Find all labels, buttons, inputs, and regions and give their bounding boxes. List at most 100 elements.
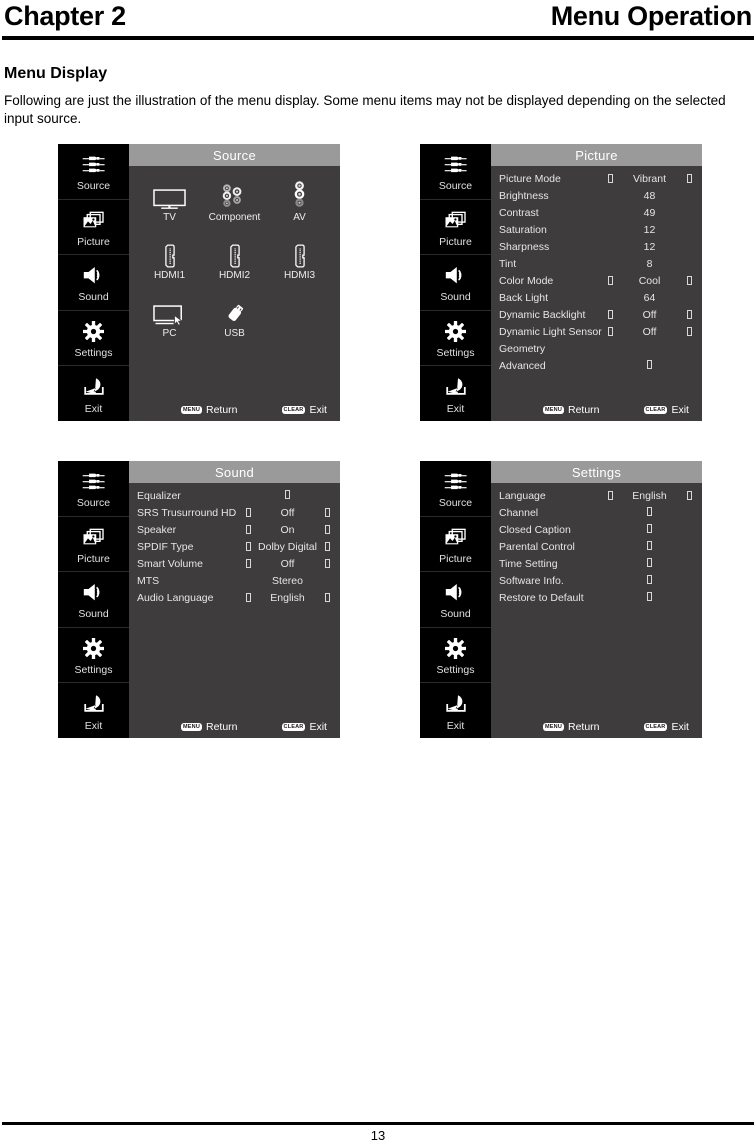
sidebar-item-settings[interactable]: Settings — [58, 628, 129, 684]
right-arrow-icon[interactable] — [320, 508, 334, 517]
right-arrow-icon[interactable] — [682, 310, 696, 319]
table-row[interactable]: Language English — [491, 487, 702, 504]
sidebar-item-settings[interactable]: Settings — [420, 311, 491, 367]
sidebar-item-sound[interactable]: Sound — [58, 572, 129, 628]
table-row[interactable]: Smart Volume Off — [129, 555, 340, 572]
right-arrow-icon[interactable] — [320, 542, 334, 551]
sidebar-item-settings[interactable]: Settings — [420, 628, 491, 684]
table-row[interactable]: Dynamic Backlight Off — [491, 306, 702, 323]
exit-hint[interactable]: CLEAR Exit — [281, 721, 327, 733]
sidebar-item-picture[interactable]: Picture — [58, 200, 129, 256]
left-arrow-icon[interactable] — [241, 542, 255, 551]
sidebar-item-sound[interactable]: Sound — [58, 255, 129, 311]
table-row[interactable]: Channel — [491, 504, 702, 521]
right-arrow-icon[interactable] — [682, 491, 696, 500]
menu-item-control[interactable]: 8 — [603, 258, 696, 270]
menu-item-control[interactable]: Off — [603, 309, 696, 321]
menu-item-control[interactable]: 12 — [603, 241, 696, 253]
return-hint[interactable]: MENU Return — [181, 404, 238, 416]
exit-hint[interactable]: CLEAR Exit — [281, 404, 327, 416]
table-row[interactable]: Brightness 48 — [491, 187, 702, 204]
sidebar-item-source[interactable]: Source — [420, 144, 491, 200]
return-hint[interactable]: MENU Return — [181, 721, 238, 733]
table-row[interactable]: SRS Trusurround HD Off — [129, 504, 340, 521]
left-arrow-icon[interactable] — [603, 327, 617, 336]
source-item-av[interactable]: AV — [267, 176, 332, 232]
left-arrow-icon[interactable] — [241, 593, 255, 602]
menu-item-control[interactable]: Stereo — [241, 575, 334, 587]
source-item-component[interactable]: Component — [202, 176, 267, 232]
menu-item-control[interactable]: Cool — [603, 275, 696, 287]
table-row[interactable]: Geometry — [491, 340, 702, 357]
sidebar-item-sound[interactable]: Sound — [420, 572, 491, 628]
sidebar-item-picture[interactable]: Picture — [420, 200, 491, 256]
left-arrow-icon[interactable] — [603, 174, 617, 183]
exit-hint[interactable]: CLEAR Exit — [643, 404, 689, 416]
left-arrow-icon[interactable] — [241, 508, 255, 517]
table-row[interactable]: Audio Language English — [129, 589, 340, 606]
table-row[interactable]: Color Mode Cool — [491, 272, 702, 289]
sidebar-item-exit[interactable]: Exit — [58, 366, 129, 421]
table-row[interactable]: Dynamic Light Sensor Off — [491, 323, 702, 340]
source-item-hdmi1[interactable]: HDMI1 — [137, 234, 202, 290]
source-item-usb[interactable]: USB — [202, 292, 267, 348]
menu-item-control[interactable] — [603, 523, 696, 536]
right-arrow-icon[interactable] — [682, 174, 696, 183]
sidebar-item-source[interactable]: Source — [420, 461, 491, 517]
left-arrow-icon[interactable] — [603, 310, 617, 319]
menu-item-control[interactable]: English — [241, 592, 334, 604]
table-row[interactable]: Software Info. — [491, 572, 702, 589]
sidebar-item-exit[interactable]: Exit — [420, 366, 491, 421]
table-row[interactable]: Equalizer — [129, 487, 340, 504]
menu-item-control[interactable]: 48 — [603, 190, 696, 202]
right-arrow-icon[interactable] — [682, 327, 696, 336]
right-arrow-icon[interactable] — [320, 559, 334, 568]
right-arrow-icon[interactable] — [682, 276, 696, 285]
table-row[interactable]: Picture Mode Vibrant — [491, 170, 702, 187]
sidebar-item-exit[interactable]: Exit — [420, 683, 491, 738]
table-row[interactable]: Contrast 49 — [491, 204, 702, 221]
table-row[interactable]: Saturation 12 — [491, 221, 702, 238]
source-item-hdmi2[interactable]: HDMI2 — [202, 234, 267, 290]
table-row[interactable]: MTS Stereo — [129, 572, 340, 589]
menu-item-control[interactable]: Vibrant — [603, 173, 696, 185]
menu-item-control[interactable]: 12 — [603, 224, 696, 236]
left-arrow-icon[interactable] — [241, 559, 255, 568]
exit-hint[interactable]: CLEAR Exit — [643, 721, 689, 733]
menu-item-control[interactable] — [603, 359, 696, 372]
table-row[interactable]: Sharpness 12 — [491, 238, 702, 255]
menu-item-control[interactable] — [241, 489, 334, 502]
right-arrow-icon[interactable] — [320, 593, 334, 602]
source-item-pc[interactable]: PC — [137, 292, 202, 348]
table-row[interactable]: SPDIF Type Dolby Digital — [129, 538, 340, 555]
left-arrow-icon[interactable] — [603, 491, 617, 500]
menu-item-control[interactable] — [603, 557, 696, 570]
right-arrow-icon[interactable] — [320, 525, 334, 534]
table-row[interactable]: Advanced — [491, 357, 702, 374]
table-row[interactable]: Speaker On — [129, 521, 340, 538]
sidebar-item-sound[interactable]: Sound — [420, 255, 491, 311]
table-row[interactable]: Back Light 64 — [491, 289, 702, 306]
table-row[interactable]: Restore to Default — [491, 589, 702, 606]
left-arrow-icon[interactable] — [603, 276, 617, 285]
source-item-hdmi3[interactable]: HDMI3 — [267, 234, 332, 290]
sidebar-item-picture[interactable]: Picture — [58, 517, 129, 573]
sidebar-item-settings[interactable]: Settings — [58, 311, 129, 367]
menu-item-control[interactable] — [603, 540, 696, 553]
menu-item-control[interactable]: On — [241, 524, 334, 536]
menu-item-control[interactable]: 49 — [603, 207, 696, 219]
left-arrow-icon[interactable] — [241, 525, 255, 534]
menu-item-control[interactable] — [603, 506, 696, 519]
menu-item-control[interactable] — [603, 574, 696, 587]
menu-item-control[interactable]: Off — [603, 326, 696, 338]
menu-item-control[interactable] — [603, 591, 696, 604]
sidebar-item-picture[interactable]: Picture — [420, 517, 491, 573]
menu-item-control[interactable]: Off — [241, 558, 334, 570]
return-hint[interactable]: MENU Return — [543, 721, 600, 733]
table-row[interactable]: Parental Control — [491, 538, 702, 555]
source-item-tv[interactable]: TV — [137, 176, 202, 232]
return-hint[interactable]: MENU Return — [543, 404, 600, 416]
menu-item-control[interactable]: 64 — [603, 292, 696, 304]
menu-item-control[interactable]: Dolby Digital — [241, 541, 334, 553]
sidebar-item-exit[interactable]: Exit — [58, 683, 129, 738]
